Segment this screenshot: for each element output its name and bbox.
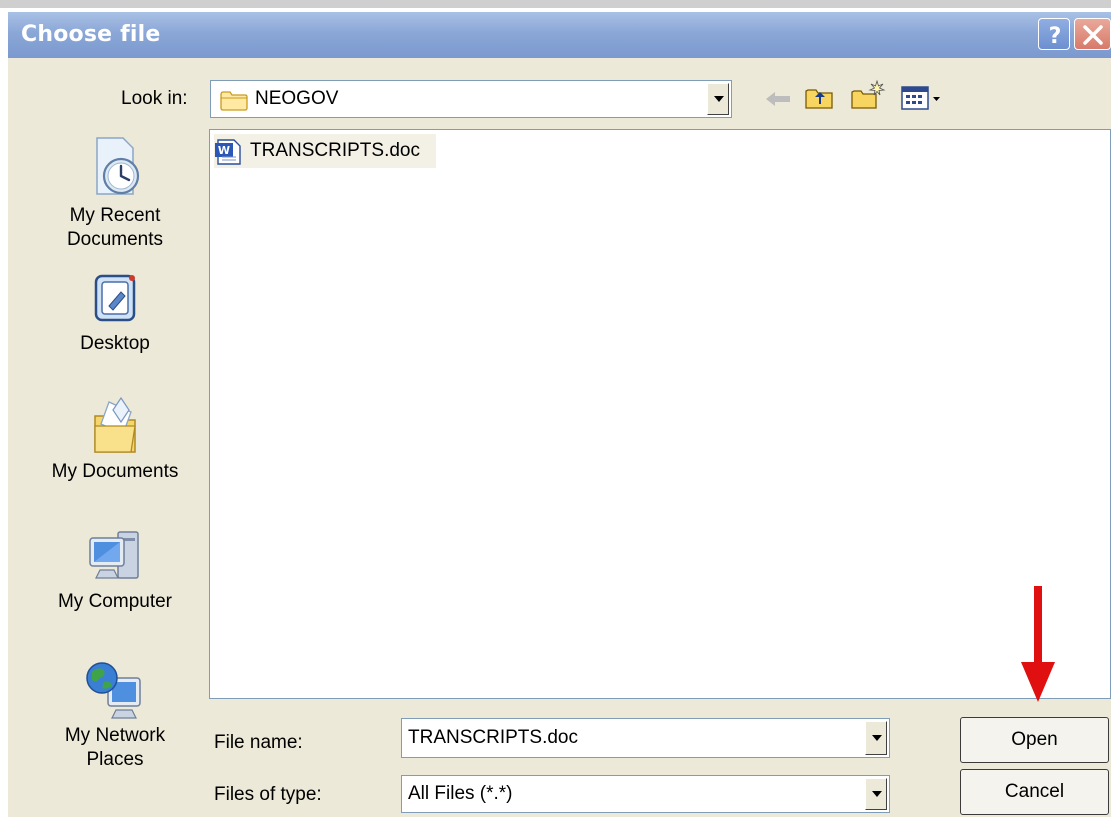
place-label: My Recent (69, 205, 161, 226)
file-name-input[interactable]: TRANSCRIPTS.doc (401, 718, 890, 758)
new-folder-icon[interactable] (850, 78, 886, 112)
svg-text:W: W (218, 144, 230, 157)
file-list[interactable]: W TRANSCRIPTS.doc (209, 129, 1111, 699)
choose-file-dialog: Choose file ? Look in: NEOGOV My Recent … (8, 12, 1111, 817)
place-label: My Network (64, 725, 166, 746)
up-folder-icon[interactable] (804, 84, 836, 112)
help-icon: ? (1049, 24, 1062, 49)
files-of-type-dropdown[interactable]: All Files (*.*) (401, 775, 890, 813)
my-documents-icon (94, 396, 136, 453)
look-in-label: Look in: (121, 88, 188, 109)
files-of-type-value: All Files (*.*) (408, 783, 513, 804)
place-my-recent-documents[interactable]: My Recent Documents (30, 132, 200, 252)
file-name-value: TRANSCRIPTS.doc (408, 727, 578, 748)
files-of-type-label: Files of type: (214, 784, 322, 805)
place-label: Desktop (80, 333, 150, 354)
file-name: TRANSCRIPTS.doc (250, 140, 420, 161)
chevron-down-icon (872, 791, 882, 797)
open-button[interactable]: Open (960, 717, 1109, 763)
place-label: Documents (66, 229, 164, 250)
recent-documents-icon (96, 137, 140, 195)
file-name-label: File name: (214, 732, 303, 753)
word-document-icon: W (215, 139, 241, 165)
place-my-network-places[interactable]: My Network Places (30, 658, 200, 772)
title-bar[interactable]: Choose file ? (8, 12, 1111, 58)
dialog-title: Choose file (21, 22, 161, 47)
file-name-dropdown-button[interactable] (865, 721, 887, 755)
look-in-dropdown-button[interactable] (707, 83, 729, 115)
look-in-dropdown[interactable]: NEOGOV (210, 80, 732, 118)
view-menu-icon[interactable] (900, 84, 944, 112)
svg-text:?: ? (1049, 24, 1062, 49)
close-icon (1083, 25, 1103, 45)
file-item[interactable]: W TRANSCRIPTS.doc (214, 134, 436, 168)
place-desktop[interactable]: Desktop (30, 270, 200, 356)
place-my-documents[interactable]: My Documents (30, 394, 200, 484)
look-in-value: NEOGOV (255, 88, 339, 109)
place-label: My Documents (51, 461, 179, 482)
folder-icon (220, 91, 248, 111)
cancel-button[interactable]: Cancel (960, 769, 1109, 815)
place-label: Places (86, 749, 144, 770)
close-button[interactable] (1074, 18, 1111, 50)
page-top-line (0, 0, 1111, 8)
chevron-down-icon (714, 96, 724, 102)
back-icon[interactable] (763, 88, 793, 110)
place-my-computer[interactable]: My Computer (30, 526, 200, 614)
network-places-icon (86, 662, 141, 719)
desktop-icon (94, 274, 136, 322)
files-of-type-dropdown-button[interactable] (865, 778, 887, 810)
help-button[interactable]: ? (1038, 18, 1070, 50)
my-computer-icon (89, 531, 139, 579)
chevron-down-icon (872, 735, 882, 741)
annotation-arrow-icon (1021, 586, 1055, 702)
place-label: My Computer (57, 591, 173, 612)
